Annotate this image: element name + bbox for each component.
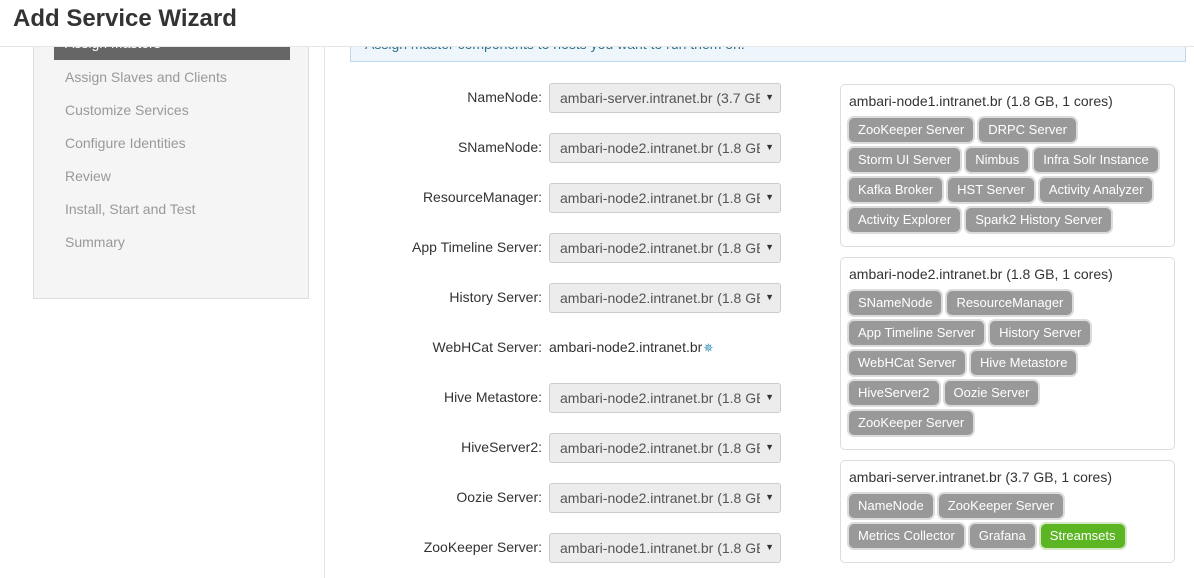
select-value: ambari-node2.intranet.br (1.8 GB, 1 core… bbox=[560, 240, 760, 256]
assignment-row-webhcat-server: WebHCat Server: ambari-node2.intranet.br… bbox=[340, 333, 785, 363]
hive-metastore-host-select[interactable]: ambari-node2.intranet.br (1.8 GB, 1 core… bbox=[549, 383, 781, 413]
row-label: SNameNode: bbox=[457, 139, 542, 155]
assignment-row-oozie-server: Oozie Server: ambari-node2.intranet.br (… bbox=[340, 483, 785, 513]
step-assign-slaves[interactable]: Assign Slaves and Clients bbox=[65, 69, 227, 102]
assignment-row-zookeeper-server: ZooKeeper Server: ambari-node1.intranet.… bbox=[340, 533, 785, 563]
row-label: WebHCat Server: bbox=[432, 339, 542, 355]
component-badge: WebHCat Server bbox=[849, 351, 966, 375]
zookeeper-server-host-select[interactable]: ambari-node1.intranet.br (1.8 GB, 1 core… bbox=[549, 533, 781, 563]
assignment-row-snamenode: SNameNode: ambari-node2.intranet.br (1.8… bbox=[340, 133, 785, 163]
wizard-steps-list: Assign Slaves and Clients Customize Serv… bbox=[65, 69, 227, 267]
assignment-row-history-server: History Server: ambari-node2.intranet.br… bbox=[340, 283, 785, 313]
host-title: ambari-node2.intranet.br (1.8 GB, 1 core… bbox=[849, 266, 1113, 282]
host-title: ambari-server.intranet.br (3.7 GB, 1 cor… bbox=[849, 469, 1112, 485]
caret-down-icon: ▼ bbox=[765, 442, 774, 452]
step-summary[interactable]: Summary bbox=[65, 234, 227, 267]
step-configure-identities[interactable]: Configure Identities bbox=[65, 135, 227, 168]
caret-down-icon: ▼ bbox=[765, 242, 774, 252]
namenode-host-select[interactable]: ambari-server.intranet.br (3.7 GB, 1 cor… bbox=[549, 83, 781, 113]
component-badge: HST Server bbox=[948, 178, 1034, 202]
caret-down-icon: ▼ bbox=[765, 542, 774, 552]
assignment-row-namenode: NameNode: ambari-server.intranet.br (3.7… bbox=[340, 83, 785, 113]
component-badge: Activity Explorer bbox=[849, 208, 961, 232]
wizard-steps-sidebar: Assign Masters Assign Slaves and Clients… bbox=[33, 30, 309, 299]
select-value: ambari-node2.intranet.br (1.8 GB, 1 core… bbox=[560, 140, 760, 156]
component-badge: NameNode bbox=[849, 494, 933, 518]
component-badge: ResourceManager bbox=[947, 291, 1073, 315]
component-badge: HiveServer2 bbox=[849, 381, 939, 405]
row-label: Hive Metastore: bbox=[443, 389, 542, 405]
assignment-row-app-timeline-server: App Timeline Server: ambari-node2.intran… bbox=[340, 233, 785, 263]
new-component-badge: Streamsets bbox=[1040, 524, 1125, 548]
component-badge: Metrics Collector bbox=[849, 524, 964, 548]
component-badge: Kafka Broker bbox=[849, 178, 943, 202]
row-label: Oozie Server: bbox=[456, 489, 542, 505]
component-badge: Nimbus bbox=[966, 148, 1029, 172]
history-server-host-select[interactable]: ambari-node2.intranet.br (1.8 GB, 1 core… bbox=[549, 283, 781, 313]
gear-icon[interactable]: ✵ bbox=[703, 341, 713, 355]
component-badge: ZooKeeper Server bbox=[849, 118, 974, 142]
caret-down-icon: ▼ bbox=[765, 142, 774, 152]
static-host: ambari-node2.intranet.br bbox=[549, 339, 703, 355]
content-divider bbox=[324, 46, 325, 578]
host-title: ambari-node1.intranet.br (1.8 GB, 1 core… bbox=[849, 93, 1113, 109]
row-label: NameNode: bbox=[467, 89, 542, 105]
page-header: Add Service Wizard bbox=[0, 0, 1194, 47]
component-badge: Oozie Server bbox=[944, 381, 1039, 405]
caret-down-icon: ▼ bbox=[765, 92, 774, 102]
assignment-row-hive-metastore: Hive Metastore: ambari-node2.intranet.br… bbox=[340, 383, 785, 413]
component-badges: ZooKeeper Server DRPC Server Storm UI Ser… bbox=[849, 118, 1174, 238]
host-box-node2: ambari-node2.intranet.br (1.8 GB, 1 core… bbox=[840, 257, 1175, 450]
assignment-row-resourcemanager: ResourceManager: ambari-node2.intranet.b… bbox=[340, 183, 785, 213]
host-box-server: ambari-server.intranet.br (3.7 GB, 1 cor… bbox=[840, 460, 1175, 563]
select-value: ambari-node2.intranet.br (1.8 GB, 1 core… bbox=[560, 190, 760, 206]
component-badge: Infra Solr Instance bbox=[1034, 148, 1158, 172]
webhcat-host-value: ambari-node2.intranet.br✵ bbox=[549, 339, 713, 355]
component-badges: NameNode ZooKeeper Server Metrics Collect… bbox=[849, 494, 1174, 554]
row-label: ZooKeeper Server: bbox=[423, 539, 542, 555]
oozie-server-host-select[interactable]: ambari-node2.intranet.br (1.8 GB, 1 core… bbox=[549, 483, 781, 513]
row-label: ResourceManager: bbox=[422, 189, 542, 205]
component-badge: History Server bbox=[990, 321, 1091, 345]
select-value: ambari-server.intranet.br (3.7 GB, 1 cor… bbox=[560, 90, 760, 106]
snamenode-host-select[interactable]: ambari-node2.intranet.br (1.8 GB, 1 core… bbox=[549, 133, 781, 163]
component-badge: Activity Analyzer bbox=[1039, 178, 1153, 202]
component-badge: Spark2 History Server bbox=[966, 208, 1112, 232]
row-label: HiveServer2: bbox=[461, 439, 542, 455]
caret-down-icon: ▼ bbox=[765, 192, 774, 202]
resourcemanager-host-select[interactable]: ambari-node2.intranet.br (1.8 GB, 1 core… bbox=[549, 183, 781, 213]
step-review[interactable]: Review bbox=[65, 168, 227, 201]
component-badge: Hive Metastore bbox=[971, 351, 1077, 375]
select-value: ambari-node2.intranet.br (1.8 GB, 1 core… bbox=[560, 440, 760, 456]
select-value: ambari-node2.intranet.br (1.8 GB, 1 core… bbox=[560, 490, 760, 506]
app-timeline-server-host-select[interactable]: ambari-node2.intranet.br (1.8 GB, 1 core… bbox=[549, 233, 781, 263]
host-box-node1: ambari-node1.intranet.br (1.8 GB, 1 core… bbox=[840, 84, 1175, 247]
page-title: Add Service Wizard bbox=[13, 5, 237, 32]
component-badge: ZooKeeper Server bbox=[938, 494, 1063, 518]
caret-down-icon: ▼ bbox=[765, 492, 774, 502]
assignment-row-hiveserver2: HiveServer2: ambari-node2.intranet.br (1… bbox=[340, 433, 785, 463]
component-badge: SNameNode bbox=[849, 291, 942, 315]
select-value: ambari-node2.intranet.br (1.8 GB, 1 core… bbox=[560, 290, 760, 306]
step-install-start-test[interactable]: Install, Start and Test bbox=[65, 201, 227, 234]
component-badge: DRPC Server bbox=[979, 118, 1076, 142]
step-customize-services[interactable]: Customize Services bbox=[65, 102, 227, 135]
row-label: App Timeline Server: bbox=[412, 239, 542, 255]
caret-down-icon: ▼ bbox=[765, 292, 774, 302]
row-label: History Server: bbox=[449, 289, 542, 305]
component-badge: ZooKeeper Server bbox=[849, 411, 974, 435]
component-badges: SNameNode ResourceManager App Timeline Se… bbox=[849, 291, 1174, 441]
component-badge: Grafana bbox=[969, 524, 1035, 548]
component-badge: App Timeline Server bbox=[849, 321, 985, 345]
hiveserver2-host-select[interactable]: ambari-node2.intranet.br (1.8 GB, 1 core… bbox=[549, 433, 781, 463]
select-value: ambari-node2.intranet.br (1.8 GB, 1 core… bbox=[560, 390, 760, 406]
caret-down-icon: ▼ bbox=[765, 392, 774, 402]
component-badge: Storm UI Server bbox=[849, 148, 961, 172]
select-value: ambari-node1.intranet.br (1.8 GB, 1 core… bbox=[560, 540, 760, 556]
